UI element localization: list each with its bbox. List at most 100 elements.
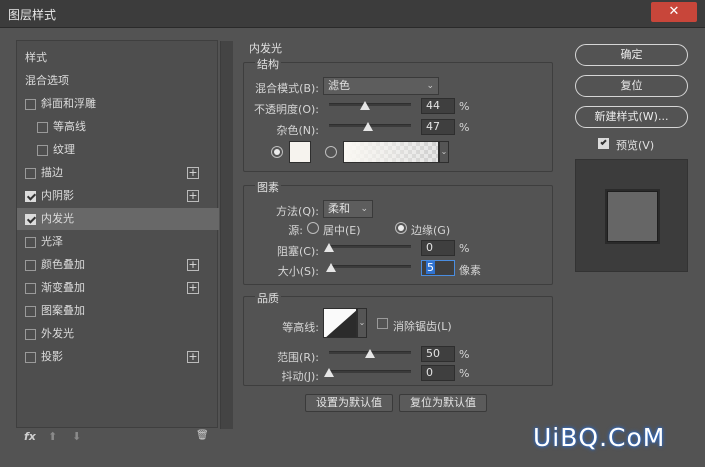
style-item[interactable]: 等高线	[17, 116, 219, 138]
noise-label: 杂色(N):	[276, 124, 319, 137]
add-icon[interactable]: +	[187, 259, 199, 271]
opacity-unit: %	[459, 100, 470, 113]
move-down-icon[interactable]: ⬇	[72, 430, 81, 443]
style-item-checkbox[interactable]	[25, 329, 36, 340]
style-item-label: 光泽	[41, 235, 63, 248]
style-item[interactable]: 纹理	[17, 139, 219, 161]
style-item[interactable]: 斜面和浮雕	[17, 93, 219, 115]
add-icon[interactable]: +	[187, 167, 199, 179]
reset-default-button[interactable]: 复位为默认值	[399, 394, 487, 412]
noise-unit: %	[459, 121, 470, 134]
style-item[interactable]: 描边 +	[17, 162, 219, 184]
style-item[interactable]: 混合选项	[17, 70, 219, 92]
noise-slider-thumb[interactable]	[362, 122, 373, 131]
choke-slider-track[interactable]	[329, 245, 411, 248]
close-button[interactable]: ✕	[651, 2, 697, 22]
add-icon[interactable]: +	[187, 190, 199, 202]
trash-icon[interactable]: 🗑	[196, 430, 209, 441]
style-item-checkbox[interactable]	[25, 352, 36, 363]
style-item[interactable]: 光泽	[17, 231, 219, 253]
style-item-label: 纹理	[53, 143, 75, 156]
new-style-button[interactable]: 新建样式(W)...	[575, 106, 688, 128]
style-item[interactable]: 内阴影 +	[17, 185, 219, 207]
blend-mode-label: 混合模式(B):	[255, 82, 319, 95]
reset-button[interactable]: 复位	[575, 75, 688, 97]
source-center-label: 居中(E)	[323, 224, 361, 237]
contour-picker[interactable]	[323, 308, 357, 338]
style-item-checkbox[interactable]	[25, 237, 36, 248]
jitter-slider-thumb[interactable]	[324, 368, 334, 377]
style-item-label: 图案叠加	[41, 304, 85, 317]
jitter-value: 0	[426, 366, 433, 379]
style-item-label: 等高线	[53, 120, 86, 133]
solid-color-radio[interactable]	[271, 146, 283, 158]
style-item[interactable]: 投影 +	[17, 346, 219, 368]
style-item-label: 混合选项	[25, 74, 69, 87]
contour-dropdown[interactable]: ⌄	[357, 308, 367, 338]
size-input[interactable]: 5	[421, 260, 455, 276]
inner-glow-panel: 内发光 结构 混合模式(B): 滤色 ⌄ 不透明度(O): 44 % 杂色(N)…	[231, 40, 561, 450]
style-item-checkbox[interactable]	[25, 168, 36, 179]
add-icon[interactable]: +	[187, 282, 199, 294]
source-label: 源:	[288, 224, 303, 237]
noise-input[interactable]: 47	[421, 119, 455, 135]
move-up-icon[interactable]: ⬆	[48, 430, 57, 443]
gradient-radio[interactable]	[325, 146, 337, 158]
size-slider-track[interactable]	[329, 265, 411, 268]
range-input[interactable]: 50	[421, 346, 455, 362]
style-item-checkbox[interactable]	[25, 99, 36, 110]
style-item-checkbox[interactable]	[37, 145, 48, 156]
structure-title: 结构	[255, 56, 281, 72]
antialias-label: 消除锯齿(L)	[393, 320, 452, 333]
source-edge-radio[interactable]	[395, 222, 407, 234]
style-item-checkbox[interactable]	[25, 260, 36, 271]
gradient-dropdown[interactable]: ⌄	[439, 141, 449, 163]
jitter-slider-track[interactable]	[329, 370, 411, 373]
style-item[interactable]: 样式	[17, 47, 219, 69]
source-center-radio[interactable]	[307, 222, 319, 234]
style-item-label: 内发光	[41, 212, 74, 225]
jitter-label: 抖动(J):	[281, 370, 319, 383]
size-value: 5	[426, 261, 435, 274]
choke-slider-thumb[interactable]	[324, 243, 334, 252]
contour-curve-icon	[326, 310, 356, 337]
style-item-checkbox[interactable]	[25, 214, 36, 225]
style-item-checkbox[interactable]	[25, 191, 36, 202]
blend-mode-value: 滤色	[328, 79, 350, 92]
contour-label: 等高线:	[282, 321, 319, 334]
chevron-down-icon: ⌄	[426, 81, 434, 91]
size-slider-thumb[interactable]	[325, 263, 336, 272]
style-item[interactable]: 渐变叠加 +	[17, 277, 219, 299]
glow-color-swatch[interactable]	[289, 141, 311, 163]
opacity-slider-thumb[interactable]	[360, 101, 371, 110]
chevron-down-icon: ⌄	[440, 147, 448, 156]
style-item-label: 渐变叠加	[41, 281, 85, 294]
opacity-input[interactable]: 44	[421, 98, 455, 114]
blend-mode-select[interactable]: 滤色 ⌄	[323, 77, 439, 95]
style-item[interactable]: 内发光	[17, 208, 219, 230]
fx-icon[interactable]: fx	[24, 430, 36, 443]
opacity-value: 44	[426, 99, 440, 112]
ok-button[interactable]: 确定	[575, 44, 688, 66]
technique-label: 方法(Q):	[276, 205, 319, 218]
style-item[interactable]: 颜色叠加 +	[17, 254, 219, 276]
range-label: 范围(R):	[277, 351, 319, 364]
choke-input[interactable]: 0	[421, 240, 455, 256]
add-icon[interactable]: +	[187, 351, 199, 363]
chevron-down-icon: ⌄	[358, 318, 366, 327]
preview-label: 预览(V)	[616, 139, 655, 152]
style-item[interactable]: 图案叠加	[17, 300, 219, 322]
style-item-checkbox[interactable]	[25, 306, 36, 317]
range-slider-thumb[interactable]	[365, 349, 375, 358]
style-item[interactable]: 外发光	[17, 323, 219, 345]
style-item-checkbox[interactable]	[37, 122, 48, 133]
style-item-checkbox[interactable]	[25, 283, 36, 294]
make-default-button[interactable]: 设置为默认值	[305, 394, 393, 412]
technique-select[interactable]: 柔和 ⌄	[323, 200, 373, 218]
jitter-input[interactable]: 0	[421, 365, 455, 381]
glow-gradient-picker[interactable]	[343, 141, 439, 163]
jitter-unit: %	[459, 367, 470, 380]
preview-checkbox[interactable]	[598, 138, 609, 149]
range-unit: %	[459, 348, 470, 361]
antialias-checkbox[interactable]	[377, 318, 388, 329]
